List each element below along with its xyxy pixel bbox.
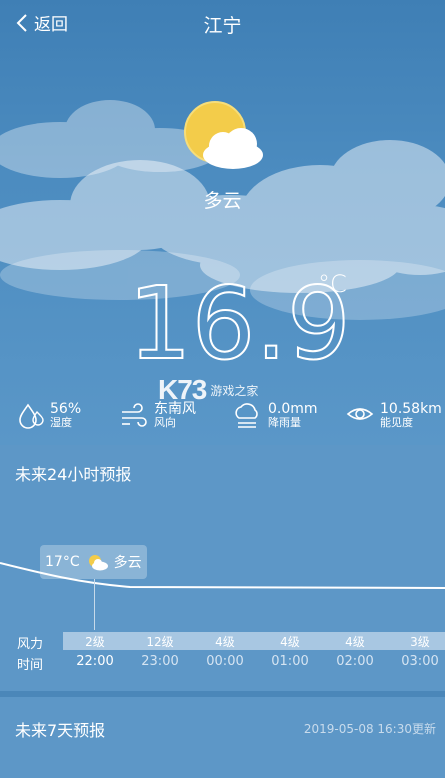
time-cell[interactable]: 01:00 bbox=[258, 654, 322, 669]
partly-cloudy-icon bbox=[88, 555, 108, 571]
hourly-forecast-panel: 未来24小时预报 17°C 多云 风力 2级 12级 4级 4级 4级 3级 时… bbox=[0, 445, 445, 691]
current-temperature: 16.9 bbox=[127, 266, 352, 376]
wind-force-cell: 4级 bbox=[280, 635, 300, 649]
wind-icon bbox=[122, 403, 147, 427]
wind-force-cell: 3级 bbox=[410, 635, 430, 649]
stat-wind: 东南风 风向 bbox=[120, 401, 196, 430]
rain-icon bbox=[235, 403, 258, 428]
humidity-label: 湿度 bbox=[50, 416, 72, 430]
wind-force-cell: 4级 bbox=[215, 635, 235, 649]
wind-force-cell: 4级 bbox=[345, 635, 365, 649]
wind-force-cell: 12级 bbox=[146, 635, 174, 649]
wind-direction-label: 风向 bbox=[154, 416, 176, 430]
time-label: 时间 bbox=[17, 658, 44, 673]
time-cell[interactable]: 23:00 bbox=[128, 654, 192, 669]
wind-force-cell: 2级 bbox=[85, 635, 105, 649]
stat-rain: 0.0mm 降雨量 bbox=[232, 401, 318, 430]
wind-force-row: 风力 2级 12级 4级 4级 4级 3级 bbox=[0, 632, 445, 652]
humidity-icon bbox=[19, 403, 44, 429]
stat-visibility: 10.58km 能见度 bbox=[346, 401, 442, 430]
tooltip-pointer-line bbox=[94, 579, 95, 630]
rainfall-label: 降雨量 bbox=[268, 416, 301, 430]
city-title: 江宁 bbox=[203, 15, 242, 37]
update-timestamp: 2019-05-08 16:30更新 bbox=[303, 722, 436, 736]
watermark-text: 游戏之家 bbox=[210, 383, 259, 398]
hourly-temperature-curve bbox=[0, 562, 445, 589]
top-bar: 返回 江宁 bbox=[0, 0, 445, 48]
wind-force-label: 风力 bbox=[17, 637, 44, 652]
weather-stats: 56% 湿度 东南风 风向 0.0mm 降雨量 10.58km 能见度 bbox=[0, 401, 445, 442]
time-cell[interactable]: 00:00 bbox=[193, 654, 257, 669]
visibility-label: 能见度 bbox=[380, 416, 413, 430]
time-cell[interactable]: 03:00 bbox=[388, 654, 445, 669]
time-cell[interactable]: 02:00 bbox=[323, 654, 387, 669]
eye-icon bbox=[346, 408, 374, 420]
stat-humidity: 56% 湿度 bbox=[18, 401, 81, 430]
temperature-unit: °C bbox=[318, 270, 347, 298]
tooltip-condition: 多云 bbox=[113, 555, 142, 571]
time-row: 时间 22:00 23:00 00:00 01:00 02:00 03:00 bbox=[0, 652, 445, 673]
bottom-fill bbox=[0, 757, 445, 778]
seven-day-forecast-panel: 未来7天预报 2019-05-08 16:30更新 bbox=[0, 697, 445, 757]
partly-cloudy-icon bbox=[184, 101, 263, 169]
current-condition: 多云 bbox=[203, 190, 242, 212]
hour-tooltip[interactable]: 17°C 多云 bbox=[40, 545, 147, 579]
seven-day-title: 未来7天预报 bbox=[15, 721, 106, 740]
time-cell-selected[interactable]: 22:00 bbox=[63, 654, 127, 669]
tooltip-temperature: 17°C bbox=[45, 554, 80, 570]
